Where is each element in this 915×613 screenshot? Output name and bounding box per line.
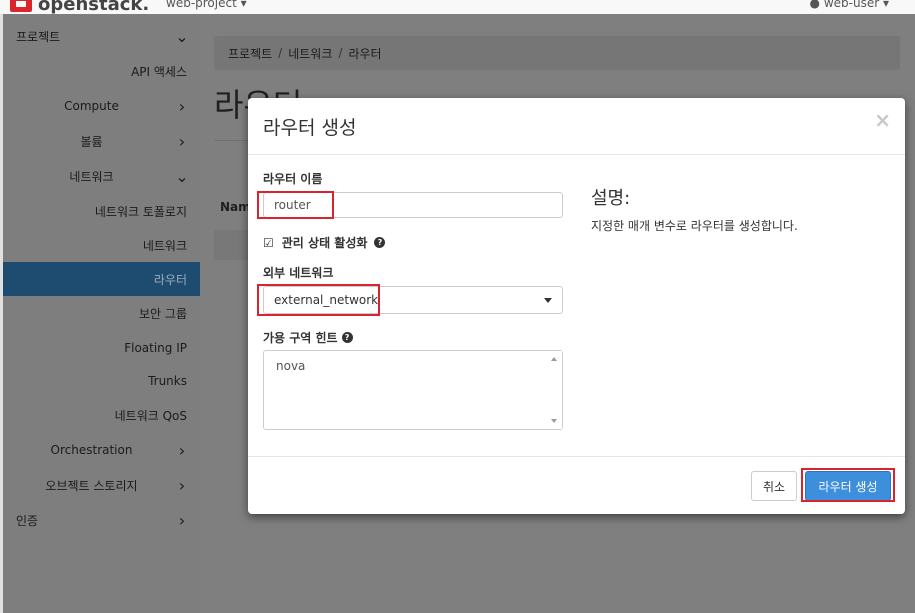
sidebar-item-network[interactable]: 네트워크 ⌄ (3, 159, 200, 193)
breadcrumb-project[interactable]: 프로젝트 (228, 45, 272, 62)
sidebar-item-label: API 액세스 (131, 64, 187, 79)
sidebar-item-floating-ip[interactable]: Floating IP (3, 331, 200, 365)
sidebar-item-label: Trunks (148, 374, 187, 388)
admin-state-label: 관리 상태 활성화 (281, 236, 368, 250)
sidebar-item-label: 라우터 (153, 272, 187, 287)
project-selector[interactable]: web-project ▾ (166, 0, 247, 10)
caret-down-icon (544, 297, 552, 303)
table-row (214, 230, 248, 260)
breadcrumb-separator: / (278, 46, 283, 60)
description-title: 설명: (591, 188, 631, 209)
chevron-down-icon: ⌄ (175, 26, 189, 46)
modal-footer: 취소 라우터 생성 (248, 456, 905, 515)
breadcrumb-routers: 라우터 (348, 46, 382, 61)
modal-header: 라우터 생성 × (248, 98, 905, 155)
close-icon[interactable]: × (874, 108, 891, 132)
scroll-up-icon[interactable] (551, 357, 557, 361)
sidebar-item-label: 프로젝트 (16, 29, 61, 44)
sidebar-item-label: Floating IP (124, 341, 187, 355)
create-router-modal: 라우터 생성 × 라우터 이름 ☑ 관리 상태 활성화 ? 외부 네트워크 ex… (248, 98, 905, 514)
chevron-right-icon: › (178, 475, 186, 495)
sidebar-item-routers[interactable]: 라우터 (3, 262, 200, 296)
chevron-right-icon: › (178, 131, 186, 151)
sidebar-item-orchestration[interactable]: Orchestration › (3, 433, 200, 467)
sidebar-item-network-qos[interactable]: 네트워크 QoS (3, 398, 200, 432)
sidebar-item-identity[interactable]: 인증 › (3, 503, 200, 537)
user-menu[interactable]: ● web-user ▾ (810, 0, 889, 10)
sidebar-item-label: 네트워크 토폴로지 (94, 204, 187, 219)
sidebar-item-volumes[interactable]: 볼륨 › (3, 124, 200, 158)
breadcrumb-separator: / (338, 46, 343, 60)
external-network-value: external_network (274, 293, 379, 307)
sidebar-item-project[interactable]: 프로젝트 ⌄ (3, 19, 200, 53)
chevron-right-icon: › (178, 440, 186, 460)
sidebar-item-label: 볼륨 (80, 134, 103, 149)
chevron-right-icon: › (178, 96, 186, 116)
chevron-down-icon: ⌄ (175, 166, 189, 186)
sidebar-item-trunks[interactable]: Trunks (3, 364, 200, 398)
breadcrumb-network[interactable]: 네트워크 (288, 45, 332, 62)
logo-text: openstack. (38, 0, 150, 14)
az-hint-listbox[interactable]: nova (263, 350, 563, 430)
router-name-label: 라우터 이름 (263, 172, 323, 186)
sidebar-item-networks[interactable]: 네트워크 (3, 228, 200, 262)
sidebar-item-label: 네트워크 QoS (114, 408, 187, 423)
sidebar-item-label: 네트워크 (142, 238, 187, 253)
admin-state-checkbox[interactable]: ☑ 관리 상태 활성화 ? (263, 234, 386, 251)
sidebar-item-object-storage[interactable]: 오브젝트 스토리지 › (3, 468, 200, 502)
help-icon[interactable]: ? (341, 332, 353, 343)
sidebar-item-network-topology[interactable]: 네트워크 토폴로지 (3, 194, 200, 228)
openstack-logo-icon (10, 0, 32, 12)
breadcrumb: 프로젝트 / 네트워크 / 라우터 (214, 36, 900, 70)
sidebar-item-label: 네트워크 (69, 169, 114, 184)
az-hint-label: 가용 구역 힌트 (263, 331, 338, 345)
router-name-input[interactable] (263, 192, 563, 218)
sidebar-item-compute[interactable]: Compute › (3, 89, 200, 123)
scroll-down-icon[interactable] (551, 419, 557, 423)
listbox-scrollbar[interactable] (547, 351, 562, 429)
modal-title: 라우터 생성 (263, 117, 357, 139)
top-navbar: openstack. web-project ▾ ● web-user ▾ (0, 0, 915, 14)
chevron-right-icon: › (178, 510, 186, 530)
cancel-button[interactable]: 취소 (751, 471, 797, 501)
openstack-logo[interactable]: openstack. (10, 0, 149, 14)
sidebar-item-security-groups[interactable]: 보안 그룹 (3, 296, 200, 330)
help-icon[interactable]: ? (374, 237, 386, 248)
az-hint-option-nova[interactable]: nova (276, 359, 305, 373)
create-router-button[interactable]: 라우터 생성 (805, 471, 891, 501)
az-hint-label-row: 가용 구역 힌트 ? (263, 329, 353, 346)
external-network-select[interactable]: external_network (263, 286, 563, 314)
external-network-label: 외부 네트워크 (263, 266, 334, 280)
description-text: 지정한 매개 변수로 라우터를 생성합니다. (591, 219, 798, 233)
sidebar-item-label: Orchestration (50, 443, 133, 457)
checkbox-checked-icon[interactable]: ☑ (263, 236, 274, 250)
sidebar-item-api-access[interactable]: API 액세스 (3, 54, 200, 88)
sidebar-item-label: 보안 그룹 (139, 306, 187, 321)
sidebar-item-label: 오브젝트 스토리지 (45, 478, 138, 493)
sidebar: 프로젝트 ⌄ API 액세스 Compute › 볼륨 › 네트워크 ⌄ 네트워… (3, 14, 200, 613)
sidebar-item-label: Compute (64, 99, 119, 113)
sidebar-item-label: 인증 (16, 513, 39, 528)
